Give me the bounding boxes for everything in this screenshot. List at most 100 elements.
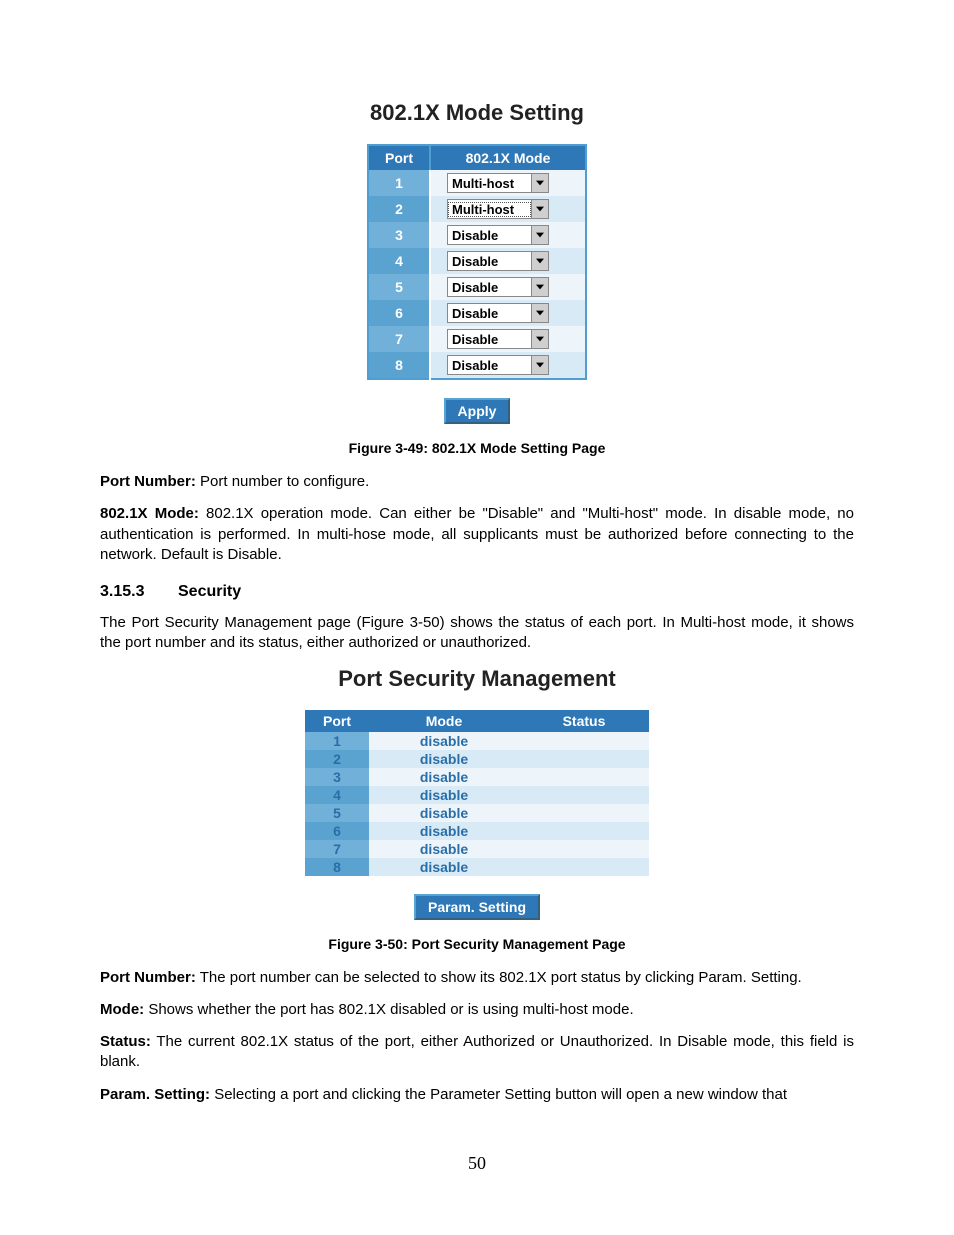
sec-mode-cell: disable (369, 750, 519, 768)
table-row: 6Disable (368, 300, 586, 326)
sec-col-port: Port (305, 710, 369, 732)
sec-mode-cell: disable (369, 858, 519, 876)
port-cell: 1 (368, 170, 430, 196)
section-intro: The Port Security Management page (Figur… (100, 613, 854, 654)
table-row: 4 Disable (368, 248, 586, 274)
mode-dropdown[interactable]: Multi-host (447, 173, 549, 193)
mode-cell: Disable (430, 274, 586, 300)
port-cell: 3 (368, 222, 430, 248)
mode-dropdown[interactable]: Multi-host (447, 199, 549, 219)
def2-param-text: Selecting a port and clicking the Parame… (210, 1086, 787, 1103)
mode-cell: Disable (430, 352, 586, 379)
col-port-header: Port (368, 145, 430, 170)
chevron-down-icon[interactable] (531, 278, 548, 296)
col-mode-header: 802.1X Mode (430, 145, 586, 170)
port-cell: 5 (368, 274, 430, 300)
mode-cell: Multi-host (430, 196, 586, 222)
def2-status-text: The current 802.1X status of the port, e… (100, 1033, 854, 1070)
def-8021x-mode-text: 802.1X operation mode. Can either be "Di… (100, 505, 854, 563)
mode-cell: Disable (430, 326, 586, 352)
sec-col-status: Status (519, 710, 649, 732)
sec-status-cell (519, 804, 649, 822)
table-row: 2Multi-host (368, 196, 586, 222)
sec-col-mode: Mode (369, 710, 519, 732)
mode-dropdown[interactable]: Disable (447, 303, 549, 323)
table-row: 8disable (305, 858, 649, 876)
mode-dropdown-label: Disable (448, 332, 531, 347)
table-row: 3 Disable (368, 222, 586, 248)
table-row: 5 Disable (368, 274, 586, 300)
sec-port-cell: 7 (305, 840, 369, 858)
sec-mode-cell: disable (369, 840, 519, 858)
table-row: 4disable (305, 786, 649, 804)
sec-mode-cell: disable (369, 768, 519, 786)
def-8021x-mode: 802.1X Mode: 802.1X operation mode. Can … (100, 504, 854, 565)
port-cell: 8 (368, 352, 430, 379)
mode-dropdown-label: Multi-host (448, 176, 531, 191)
figure-1-title: 802.1X Mode Setting (100, 100, 854, 126)
mode-dropdown[interactable]: Disable (447, 251, 549, 271)
chevron-down-icon[interactable] (531, 200, 548, 218)
security-status-table: Port Mode Status 1disable2disable3disabl… (305, 710, 649, 876)
sec-mode-cell: disable (369, 732, 519, 750)
def2-mode-label: Mode: (100, 1001, 144, 1018)
mode-cell: Multi-host (430, 170, 586, 196)
table-row: 5disable (305, 804, 649, 822)
mode-dropdown-label: Disable (448, 228, 531, 243)
page-number: 50 (100, 1153, 854, 1174)
chevron-down-icon[interactable] (531, 330, 548, 348)
port-cell: 7 (368, 326, 430, 352)
def-port-number-label: Port Number: (100, 473, 196, 490)
sec-status-cell (519, 858, 649, 876)
mode-cell: Disable (430, 222, 586, 248)
def2-mode: Mode: Shows whether the port has 802.1X … (100, 1000, 854, 1020)
mode-dropdown-label: Disable (448, 306, 531, 321)
table-row: 3disable (305, 768, 649, 786)
mode-dropdown[interactable]: Disable (447, 277, 549, 297)
sec-mode-cell: disable (369, 786, 519, 804)
mode-dropdown[interactable]: Disable (447, 355, 549, 375)
chevron-down-icon[interactable] (531, 252, 548, 270)
sec-port-cell: 4 (305, 786, 369, 804)
sec-port-cell: 6 (305, 822, 369, 840)
mode-dropdown-label: Disable (448, 358, 531, 373)
def-8021x-mode-label: 802.1X Mode: (100, 505, 199, 522)
def2-status: Status: The current 802.1X status of the… (100, 1032, 854, 1073)
apply-button[interactable]: Apply (444, 398, 511, 424)
sec-mode-cell: disable (369, 804, 519, 822)
sec-port-cell: 3 (305, 768, 369, 786)
mode-dropdown-label: Disable (448, 254, 531, 269)
def2-port-number-text: The port number can be selected to show … (196, 969, 802, 986)
table-row: 7 Disable (368, 326, 586, 352)
def2-port-number-label: Port Number: (100, 969, 196, 986)
sec-status-cell (519, 786, 649, 804)
table-row: 8 Disable (368, 352, 586, 379)
port-cell: 4 (368, 248, 430, 274)
sec-status-cell (519, 732, 649, 750)
table-row: 1disable (305, 732, 649, 750)
def2-param-label: Param. Setting: (100, 1086, 210, 1103)
table-row: 7disable (305, 840, 649, 858)
param-setting-button[interactable]: Param. Setting (414, 894, 540, 920)
def2-param: Param. Setting: Selecting a port and cli… (100, 1085, 854, 1105)
chevron-down-icon[interactable] (531, 174, 548, 192)
def2-status-label: Status: (100, 1033, 151, 1050)
sec-status-cell (519, 750, 649, 768)
section-title: Security (178, 583, 241, 601)
chevron-down-icon[interactable] (531, 356, 548, 374)
mode-dropdown-label: Disable (448, 280, 531, 295)
figure-2-caption: Figure 3-50: Port Security Management Pa… (100, 936, 854, 952)
def-port-number-text: Port number to configure. (196, 473, 369, 490)
sec-status-cell (519, 822, 649, 840)
figure-1-caption: Figure 3-49: 802.1X Mode Setting Page (100, 440, 854, 456)
sec-status-cell (519, 840, 649, 858)
mode-dropdown[interactable]: Disable (447, 329, 549, 349)
def-port-number: Port Number: Port number to configure. (100, 472, 854, 492)
mode-cell: Disable (430, 300, 586, 326)
chevron-down-icon[interactable] (531, 304, 548, 322)
chevron-down-icon[interactable] (531, 226, 548, 244)
table-row: 1 Multi-host (368, 170, 586, 196)
sec-port-cell: 1 (305, 732, 369, 750)
table-row: 6disable (305, 822, 649, 840)
mode-dropdown[interactable]: Disable (447, 225, 549, 245)
